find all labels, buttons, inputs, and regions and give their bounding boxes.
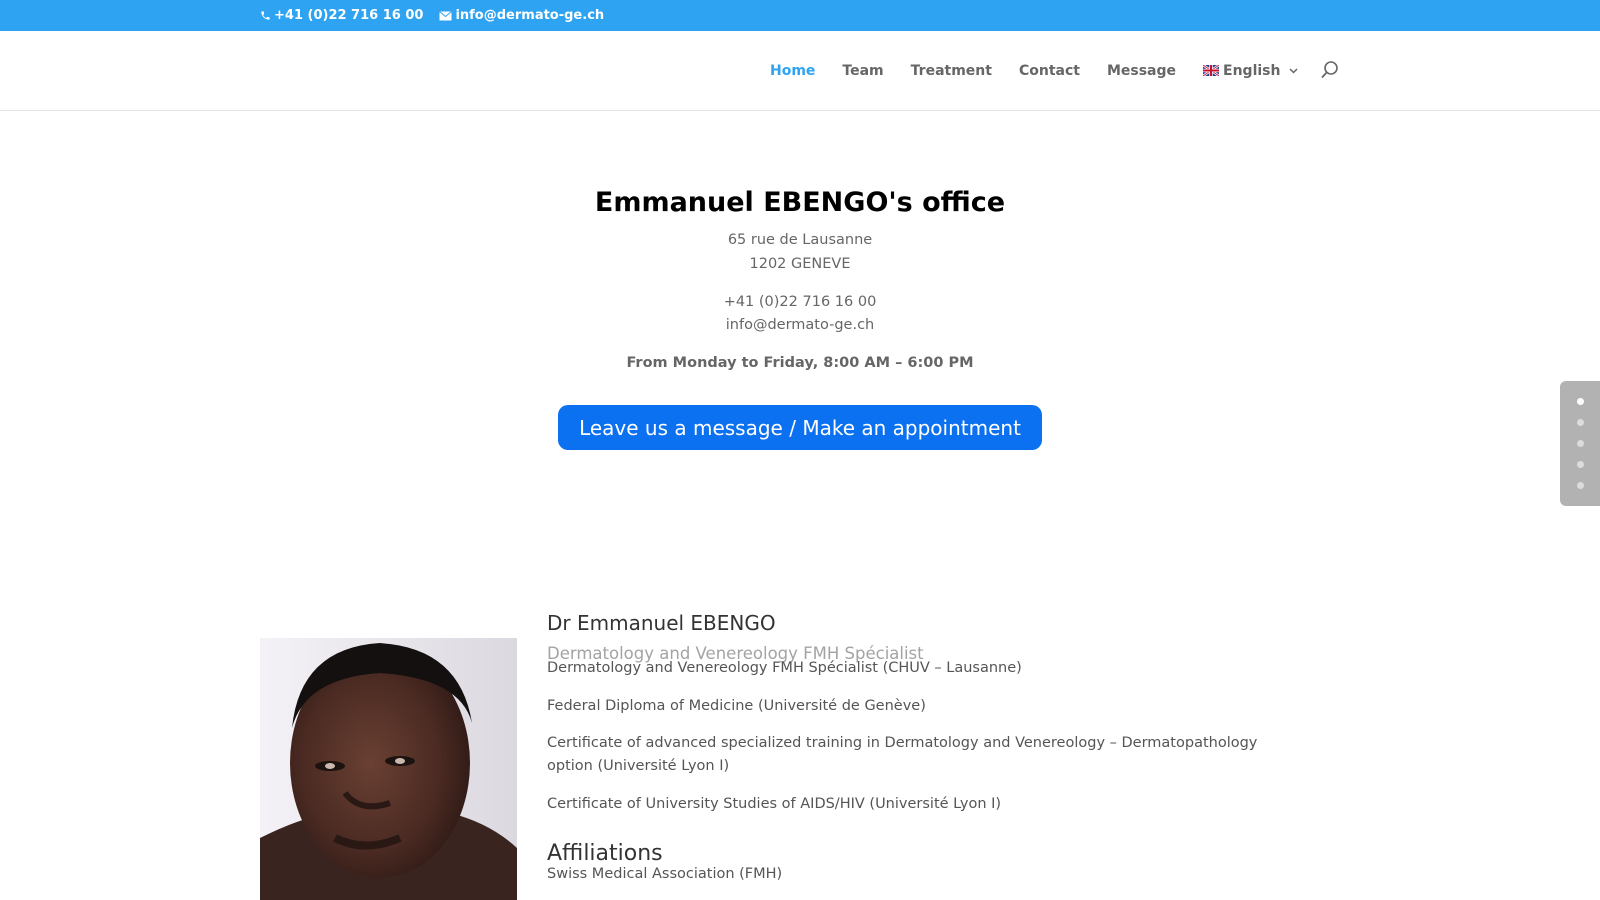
main-nav: Home Team Treatment Contact Message Engl… [770, 31, 1325, 110]
hero-section: Emmanuel EBENGO's office 65 rue de Lausa… [0, 110, 1600, 550]
opening-hours: From Monday to Friday, 8:00 AM – 6:00 PM [626, 355, 974, 371]
language-selector[interactable]: English [1203, 63, 1298, 79]
address-line-2: 1202 GENEVE [749, 256, 851, 272]
nav-contact[interactable]: Contact [1019, 63, 1080, 79]
office-title: Emmanuel EBENGO's office [594, 187, 1006, 218]
qualification-item: Dermatology and Venereology FMH Spéciali… [547, 660, 1022, 676]
dot-nav-item[interactable] [1577, 419, 1584, 426]
nav-home[interactable]: Home [770, 63, 815, 79]
top-bar-phone-text: +41 (0)22 716 16 00 [274, 8, 424, 23]
address-line-1: 65 rue de Lausanne [727, 232, 873, 248]
envelope-icon [439, 10, 453, 20]
dot-nav-item[interactable] [1577, 440, 1584, 447]
top-bar-phone[interactable]: +41 (0)22 716 16 00 [260, 8, 423, 23]
qualification-item: Certificate of advanced specialized trai… [547, 735, 1258, 774]
dot-nav-item[interactable] [1577, 461, 1584, 468]
top-bar-email-text: info@dermato-ge.ch [455, 8, 605, 23]
nav-message[interactable]: Message [1107, 63, 1176, 79]
qualification-item: Federal Diploma of Medicine (Université … [547, 698, 926, 714]
hero-phone[interactable]: +41 (0)22 716 16 00 [0, 294, 1600, 310]
chevron-down-icon [1289, 67, 1298, 74]
dot-nav-item[interactable] [1577, 398, 1584, 405]
appointment-button[interactable]: Leave us a message / Make an appointment [558, 405, 1042, 450]
affiliation-item: Swiss Medical Association (FMH) [547, 866, 783, 882]
nav-treatment[interactable]: Treatment [911, 63, 992, 79]
nav-team[interactable]: Team [842, 63, 883, 79]
language-label: English [1223, 62, 1281, 79]
phone-icon [261, 11, 270, 20]
hero-email[interactable]: info@dermato-ge.ch [0, 317, 1600, 333]
doctor-photo [260, 638, 517, 900]
doctor-name: Dr Emmanuel EBENGO [547, 611, 776, 635]
section-dot-nav [1560, 381, 1600, 506]
top-bar-email[interactable]: info@dermato-ge.ch [439, 8, 604, 23]
main-header: Home Team Treatment Contact Message Engl… [0, 31, 1600, 111]
search-icon[interactable] [1320, 60, 1340, 80]
top-bar: +41 (0)22 716 16 00 info@dermato-ge.ch [0, 0, 1600, 31]
dot-nav-item[interactable] [1577, 482, 1584, 489]
uk-flag-icon [1203, 65, 1220, 76]
qualification-item: Certificate of University Studies of AID… [547, 796, 1002, 812]
